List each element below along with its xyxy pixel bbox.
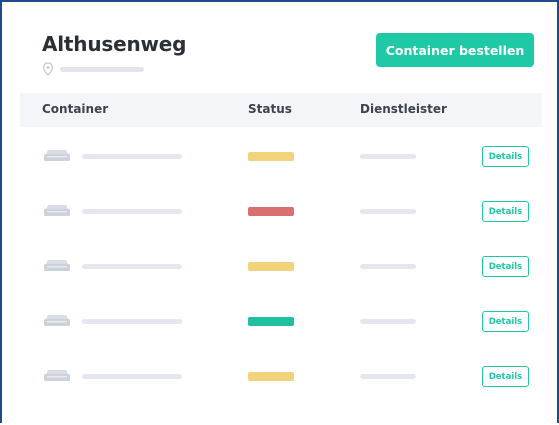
status-badge xyxy=(248,152,294,161)
container-name-placeholder xyxy=(82,154,182,159)
status-badge xyxy=(248,262,294,271)
container-name-placeholder xyxy=(82,264,182,269)
container-name-placeholder xyxy=(82,374,182,379)
table-row: Details xyxy=(20,201,542,257)
location-pin-icon xyxy=(42,62,54,76)
details-button[interactable]: Details xyxy=(482,256,529,277)
details-button[interactable]: Details xyxy=(482,366,529,387)
column-header-container: Container xyxy=(42,102,109,116)
container-icon xyxy=(44,315,70,326)
table-row: Details xyxy=(20,256,542,312)
provider-name-placeholder xyxy=(360,154,416,159)
table-header: Container Status Dienstleister xyxy=(20,93,542,127)
container-name-placeholder xyxy=(82,209,182,214)
container-overview-card: Althusenweg Container bestellen Containe… xyxy=(20,16,542,425)
container-icon xyxy=(44,370,70,381)
status-badge xyxy=(248,207,294,216)
details-button[interactable]: Details xyxy=(482,146,529,167)
page-title: Althusenweg xyxy=(42,32,187,56)
provider-name-placeholder xyxy=(360,264,416,269)
container-icon xyxy=(44,260,70,271)
order-container-button[interactable]: Container bestellen xyxy=(376,33,534,67)
table-row: Details xyxy=(20,366,542,422)
container-icon xyxy=(44,205,70,216)
container-icon xyxy=(44,150,70,161)
column-header-provider: Dienstleister xyxy=(360,102,447,116)
column-header-status: Status xyxy=(248,102,292,116)
container-name-placeholder xyxy=(82,319,182,324)
status-badge xyxy=(248,372,294,381)
details-button[interactable]: Details xyxy=(482,201,529,222)
address-placeholder xyxy=(60,67,144,72)
table-row: Details xyxy=(20,311,542,367)
provider-name-placeholder xyxy=(360,374,416,379)
header: Althusenweg Container bestellen xyxy=(20,16,542,94)
address-line xyxy=(42,62,162,76)
provider-name-placeholder xyxy=(360,209,416,214)
details-button[interactable]: Details xyxy=(482,311,529,332)
status-badge xyxy=(248,317,294,326)
app-frame: Althusenweg Container bestellen Containe… xyxy=(0,0,559,425)
table-row: Details xyxy=(20,146,542,202)
provider-name-placeholder xyxy=(360,319,416,324)
